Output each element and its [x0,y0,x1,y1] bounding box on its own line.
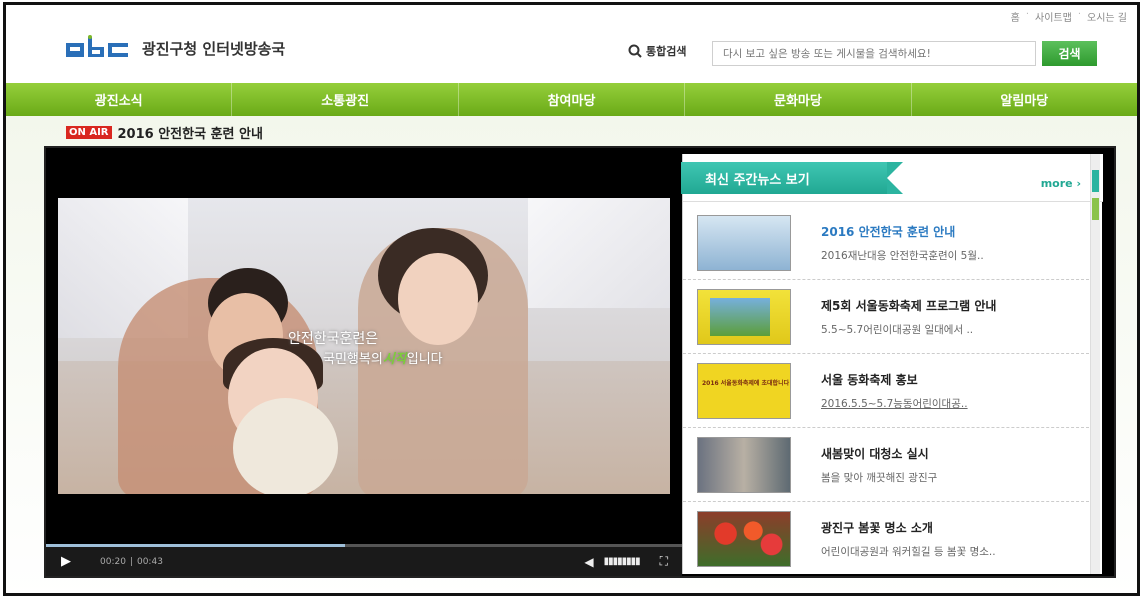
play-icon: ▶ [61,554,71,569]
nav-item-participation[interactable]: 참여마당 [459,83,686,116]
news-title[interactable]: 새봄맞이 대청소 실시 [821,445,937,462]
gbc-logo-icon [66,35,128,57]
util-separator: · [1025,9,1030,20]
news-thumbnail[interactable]: 2016 서울동화축제에 초대합니다 [697,362,791,419]
search-label-text: 통합검색 [646,45,687,58]
play-button[interactable]: ▶ [46,547,86,576]
video-player: 안전한국훈련은 국민행복의시작입니다 ▶ 00:20 | 00:43 ◀ ▮▮▮… [44,146,1116,578]
scroll-indicator [1092,198,1099,220]
news-list: 2016 안전한국 훈련 안내 2016재난대응 안전한국훈련이 5월.. 제5… [683,206,1089,576]
video-caption-line2: 국민행복의시작입니다 [323,352,443,367]
news-summary: 5.5~5.7어린이대공원 일대에서 .. [821,323,974,336]
news-summary: 2016재난대응 안전한국훈련이 5월.. [821,249,984,262]
current-time: 00:20 [100,556,126,567]
news-title[interactable]: 서울 동화축제 홍보 [821,371,968,388]
onair-title: 2016 안전한국 훈련 안내 [117,127,263,142]
news-scrollbar[interactable] [1090,154,1100,574]
volume-slider[interactable]: ▮▮▮▮▮▮▮▮ [604,556,641,567]
util-link-home[interactable]: 홈 [1011,9,1020,24]
teddy-bear-image [233,398,338,494]
news-thumbnail[interactable] [697,214,791,271]
news-heading: 최신 주간뉴스 보기 [681,162,903,194]
nav-item-culture[interactable]: 문화마당 [685,83,912,116]
nav-item-news[interactable]: 광진소식 [6,83,233,116]
site-title: 광진구청 인터넷방송국 [142,39,286,58]
news-thumbnail[interactable] [697,288,791,345]
news-item[interactable]: 광진구 봄꽃 명소 소개 어린이대공원과 워커힐길 등 봄꽃 명소.. [683,502,1089,576]
news-title[interactable]: 제5회 서울동화축제 프로그램 안내 [821,297,996,314]
browser-frame: 홈 · 사이트맵 · 오시는 길 광진구청 인터넷방송국 통합검색 검색 광진소… [3,2,1140,596]
utility-links: 홈 · 사이트맵 · 오시는 길 [1011,9,1127,24]
news-item[interactable]: 2016 서울동화축제에 초대합니다 서울 동화축제 홍보 2016.5.5~5… [683,354,1089,428]
util-separator: · [1077,9,1082,20]
video-frame[interactable]: 안전한국훈련은 국민행복의시작입니다 [58,198,670,494]
news-thumbnail[interactable] [697,436,791,493]
nav-item-notice[interactable]: 알림마당 [912,83,1137,116]
time-display: 00:20 | 00:43 [100,557,163,567]
news-title[interactable]: 2016 안전한국 훈련 안내 [821,223,984,240]
util-link-directions[interactable]: 오시는 길 [1087,9,1127,24]
video-controls: ▶ 00:20 | 00:43 ◀ ▮▮▮▮▮▮▮▮ ⛶ [46,547,682,576]
fullscreen-icon[interactable]: ⛶ [660,554,668,569]
nav-item-communication[interactable]: 소통광진 [232,83,459,116]
search-button[interactable]: 검색 [1042,41,1097,66]
search-label: 통합검색 [628,43,686,59]
time-separator: | [129,556,133,567]
video-caption-line1: 안전한국훈련은 [288,331,379,347]
news-thumbnail[interactable] [697,511,791,567]
duration-time: 00:43 [136,556,163,567]
search-input[interactable] [712,41,1036,66]
news-summary: 봄을 맞아 깨끗해진 광진구 [821,471,938,484]
util-link-sitemap[interactable]: 사이트맵 [1035,9,1072,24]
search-icon [628,44,642,58]
volume-icon[interactable]: ◀ [584,555,593,569]
more-link[interactable]: more › [1041,177,1081,190]
news-item[interactable]: 새봄맞이 대청소 실시 봄을 맞아 깨끗해진 광진구 [683,428,1089,502]
thumbnail-caption: 2016 서울동화축제에 초대합니다 [702,379,790,387]
news-title[interactable]: 광진구 봄꽃 명소 소개 [821,519,996,536]
news-item[interactable]: 2016 안전한국 훈련 안내 2016재난대응 안전한국훈련이 5월.. [683,206,1089,280]
onair-bar: ON AIR 2016 안전한국 훈련 안내 [66,123,263,142]
onair-badge: ON AIR [66,126,112,139]
scroll-thumb[interactable] [1092,170,1099,192]
site-logo[interactable]: 광진구청 인터넷방송국 [64,35,285,61]
news-summary: 2016.5.5~5.7능동어린이대공.. [821,397,968,410]
news-summary: 어린이대공원과 워커힐길 등 봄꽃 명소.. [821,546,996,558]
main-nav: 광진소식 소통광진 참여마당 문화마당 알림마당 [6,83,1137,116]
news-panel-header: 최신 주간뉴스 보기 more › [681,154,1103,202]
news-item[interactable]: 제5회 서울동화축제 프로그램 안내 5.5~5.7어린이대공원 일대에서 .. [683,280,1089,354]
news-panel: 최신 주간뉴스 보기 more › 2016 안전한국 훈련 안내 2016재난… [681,154,1103,576]
